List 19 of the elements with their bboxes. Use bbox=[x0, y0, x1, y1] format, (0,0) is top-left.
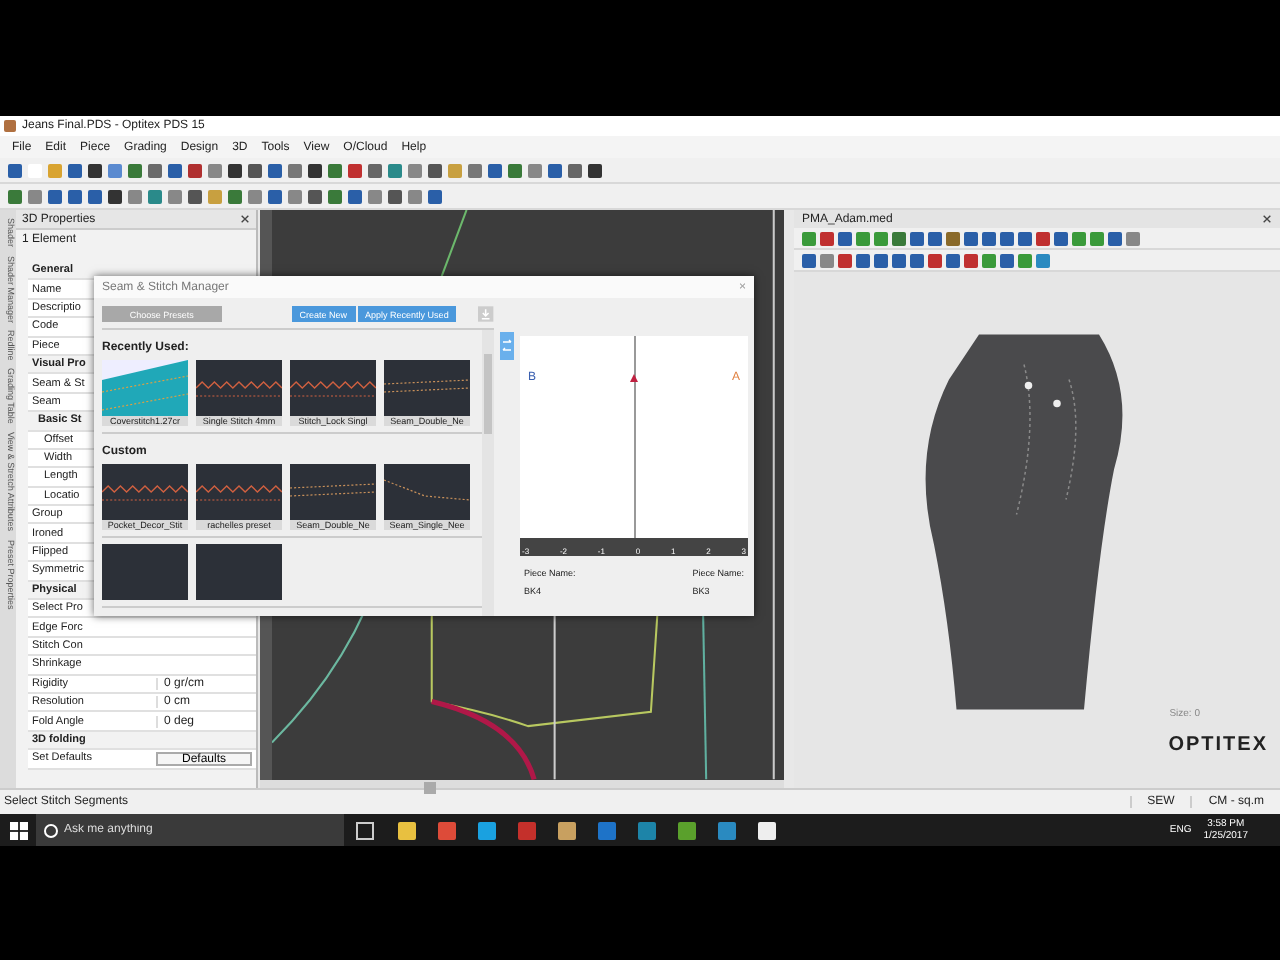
app-icon bbox=[4, 120, 16, 132]
close-icon[interactable] bbox=[240, 214, 250, 224]
denim-swatch-drawing bbox=[290, 360, 376, 416]
denim-swatch-drawing bbox=[102, 464, 188, 520]
denim-swatch-drawing bbox=[196, 544, 282, 600]
denim-swatch-drawing bbox=[384, 464, 470, 520]
close-icon[interactable] bbox=[1262, 214, 1272, 224]
denim-swatch-drawing bbox=[384, 360, 470, 416]
denim-swatch-drawing bbox=[290, 464, 376, 520]
denim-swatch-drawing bbox=[102, 544, 188, 600]
denim-swatch-drawing bbox=[196, 360, 282, 416]
task-view-icon[interactable] bbox=[356, 821, 374, 839]
vertical-scrollbar[interactable] bbox=[482, 330, 494, 616]
search-icon bbox=[44, 823, 58, 837]
marker-icon bbox=[630, 374, 638, 382]
stitch-swatch-drawing bbox=[102, 360, 188, 416]
logo-text: OPTITEX bbox=[1168, 734, 1268, 756]
horizontal-scrollbar[interactable] bbox=[260, 779, 784, 788]
denim-swatch-drawing bbox=[196, 464, 282, 520]
